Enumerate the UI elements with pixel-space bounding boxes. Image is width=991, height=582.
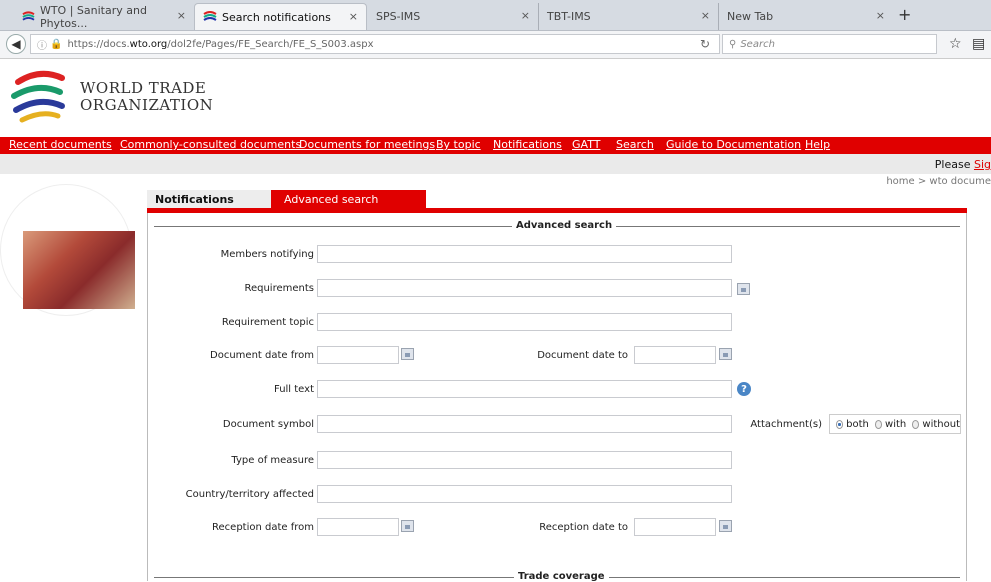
calendar-icon[interactable] [719, 348, 732, 360]
bookmark-star-icon[interactable]: ☆ [949, 36, 962, 52]
label-doc-symbol: Document symbol [222, 419, 314, 430]
tab-advanced-search[interactable]: Advanced search [271, 190, 426, 208]
url-domain: wto.org [129, 38, 168, 50]
full-text-input[interactable] [317, 380, 732, 398]
tab-label: WTO | Sanitary and Phytos... [39, 3, 147, 30]
label-requirements: Requirements [244, 283, 314, 294]
radio-both[interactable] [836, 419, 844, 429]
browser-nav-bar: ◀ ⓘ 🔒 https://docs. wto.org/dol2fe/Pages/… [0, 31, 991, 59]
help-icon[interactable]: ? [737, 382, 751, 396]
sign-in-link[interactable]: Sig [974, 158, 991, 171]
wto-logo-icon [11, 70, 65, 123]
recep-date-from-input[interactable] [317, 518, 399, 536]
close-tab-icon[interactable]: × [521, 9, 530, 22]
calendar-icon[interactable] [719, 520, 732, 532]
lock-icon: 🔒 [50, 38, 63, 50]
tab-sps-ims[interactable]: SPS-IMS × [368, 3, 538, 30]
url-path: /dol2fe/Pages/FE_Search/FE_S_S003.aspx [167, 38, 374, 50]
radio-with-label: with [885, 418, 907, 430]
label-full-text: Full text [273, 384, 314, 395]
requirements-input[interactable] [317, 279, 732, 297]
recep-date-to-input[interactable] [634, 518, 716, 536]
doc-date-from-input[interactable] [317, 346, 399, 364]
type-measure-input[interactable] [317, 451, 732, 469]
radio-with[interactable] [874, 419, 883, 429]
new-tab-plus-icon[interactable]: + [898, 5, 911, 24]
main-menu: Recent documents Commonly-consulted docu… [0, 137, 991, 154]
label-country: Country/territory affected [185, 489, 314, 500]
sign-in-prompt: Please Sig [935, 158, 991, 171]
calendar-icon[interactable] [401, 348, 414, 360]
breadcrumb[interactable]: home > wto docume [886, 176, 991, 187]
label-recep-to: Reception date to [539, 522, 628, 533]
attachments-radio-group: both with without [829, 414, 961, 434]
tab-label: TBT-IMS [547, 10, 591, 23]
menu-notifications[interactable]: Notifications [493, 138, 562, 151]
logo-line1: WORLD TRADE [80, 79, 207, 97]
site-logo-text[interactable]: WORLD TRADE ORGANIZATION [80, 80, 213, 114]
browser-search-input[interactable]: ⚲ Search [722, 34, 937, 54]
wto-favicon-icon [203, 11, 217, 21]
members-input[interactable] [317, 245, 732, 263]
tab-new-tab[interactable]: New Tab × [718, 3, 893, 30]
section-title: Advanced search [512, 220, 617, 231]
menu-help[interactable]: Help [805, 138, 830, 151]
section2-title: Trade coverage [514, 571, 609, 582]
close-tab-icon[interactable]: × [876, 9, 885, 22]
info-icon: ⓘ [37, 40, 47, 52]
tab-search-notifications[interactable]: Search notifications × [194, 3, 367, 30]
wto-favicon-icon [22, 10, 35, 21]
search-placeholder: Search [740, 38, 775, 50]
back-arrow-icon[interactable]: ◀ [6, 34, 26, 54]
tab-notifications[interactable]: Notifications [147, 190, 271, 208]
requirement-topic-input[interactable] [317, 313, 732, 331]
tab-label: New Tab [727, 10, 774, 23]
sub-bar [0, 154, 991, 174]
list-picker-icon[interactable] [737, 283, 750, 295]
menu-by-topic[interactable]: By topic [436, 138, 481, 151]
label-recep-from: Reception date from [212, 522, 314, 533]
url-bar[interactable]: ⓘ 🔒 https://docs. wto.org/dol2fe/Pages/FE… [30, 34, 720, 54]
reading-list-icon[interactable]: ▤ [972, 36, 985, 52]
decorative-photo [23, 231, 135, 309]
label-type-measure: Type of measure [231, 455, 314, 466]
radio-both-label: both [846, 418, 869, 430]
country-input[interactable] [317, 485, 732, 503]
url-prefix: https://docs. [67, 38, 130, 50]
close-tab-icon[interactable]: × [349, 10, 358, 23]
menu-gatt[interactable]: GATT [572, 138, 600, 151]
doc-date-to-input[interactable] [634, 346, 716, 364]
tab-label: SPS-IMS [376, 10, 421, 23]
label-members: Members notifying [220, 249, 314, 260]
menu-guide[interactable]: Guide to Documentation [666, 138, 801, 151]
logo-line2: ORGANIZATION [80, 96, 214, 114]
label-doc-date-from: Document date from [210, 350, 314, 361]
please-text: Please [934, 158, 974, 171]
reload-icon[interactable]: ↻ [700, 37, 710, 51]
browser-tab-bar: WTO | Sanitary and Phytos... × Search no… [0, 0, 991, 31]
tab-tbt-ims[interactable]: TBT-IMS × [538, 3, 718, 30]
search-icon: ⚲ [729, 38, 737, 50]
tab-label: Search notifications [222, 10, 331, 24]
menu-commonly-consulted[interactable]: Commonly-consulted documents [120, 138, 301, 151]
menu-recent-documents[interactable]: Recent documents [9, 138, 112, 151]
close-tab-icon[interactable]: × [177, 9, 186, 22]
calendar-icon[interactable] [401, 520, 414, 532]
label-requirement-topic: Requirement topic [221, 317, 314, 328]
label-doc-date-to: Document date to [537, 350, 628, 361]
label-attachments: Attachment(s) [750, 419, 822, 430]
menu-search[interactable]: Search [616, 138, 654, 151]
radio-without[interactable] [912, 419, 920, 429]
close-tab-icon[interactable]: × [701, 9, 710, 22]
doc-symbol-input[interactable] [317, 415, 732, 433]
menu-documents-meetings[interactable]: Documents for meetings [299, 138, 435, 151]
tab-wto-sps[interactable]: WTO | Sanitary and Phytos... × [14, 3, 194, 30]
radio-without-label: without [922, 418, 961, 430]
